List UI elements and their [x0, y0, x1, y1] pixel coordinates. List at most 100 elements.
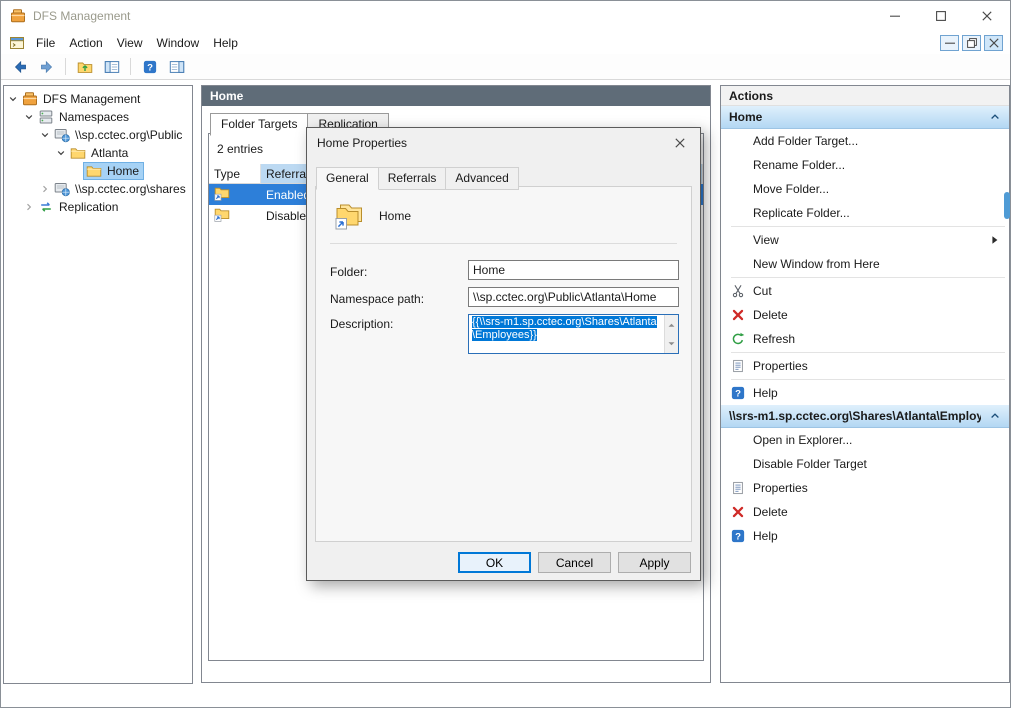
tree-item-content: Namespaces	[36, 109, 133, 125]
menu-view[interactable]: View	[110, 32, 150, 54]
menu-file[interactable]: File	[29, 32, 62, 54]
tree-item-sp-cctec-org-shares[interactable]: \\sp.cctec.org\shares	[4, 180, 192, 198]
dialog-titlebar[interactable]: Home Properties	[307, 128, 700, 158]
action-help[interactable]: ?Help	[721, 381, 1009, 405]
menu-items: FileActionViewWindowHelp	[29, 32, 245, 54]
dialog-tab-referrals[interactable]: Referrals	[378, 167, 447, 190]
actions-separator	[731, 277, 1005, 278]
collapse-icon[interactable]	[38, 128, 52, 142]
tree-item-namespaces[interactable]: Namespaces	[4, 108, 192, 126]
submenu-arrow-icon	[991, 235, 999, 245]
action-view[interactable]: View	[721, 228, 1009, 252]
namespace-path-input[interactable]: \\sp.cctec.org\Public\Atlanta\Home	[468, 287, 679, 307]
tree-item-sp-cctec-org-public[interactable]: \\sp.cctec.org\Public	[4, 126, 192, 144]
actions-separator	[731, 226, 1005, 227]
cancel-button[interactable]: Cancel	[538, 552, 611, 573]
action-help[interactable]: ?Help	[721, 524, 1009, 548]
child-window-controls	[940, 35, 1003, 51]
show-action-pane-button[interactable]	[164, 56, 189, 78]
tree-item-content: Replication	[36, 199, 122, 215]
help-icon: ?	[729, 528, 747, 544]
toolbar-separator	[65, 58, 66, 75]
scrollbar-thumb[interactable]	[1004, 192, 1010, 219]
action-cut[interactable]: Cut	[721, 279, 1009, 303]
results-title: Home	[210, 89, 243, 103]
help-button[interactable]: ?	[137, 56, 162, 78]
action-add-folder-target[interactable]: Add Folder Target...	[721, 129, 1009, 153]
menu-help[interactable]: Help	[206, 32, 245, 54]
action-label: Properties	[753, 481, 808, 495]
dialog-close-button[interactable]	[660, 128, 700, 158]
namespace-icon	[54, 127, 70, 143]
collapse-icon[interactable]	[54, 146, 68, 160]
close-icon	[675, 138, 685, 148]
maximize-button[interactable]	[918, 1, 964, 31]
separator	[330, 243, 677, 244]
tree-item-replication[interactable]: Replication	[4, 198, 192, 216]
scroll-down-button[interactable]	[665, 334, 678, 353]
dialog-tab-general[interactable]: General	[316, 167, 379, 190]
action-replicate-folder[interactable]: Replicate Folder...	[721, 201, 1009, 225]
child-close-button[interactable]	[984, 35, 1003, 51]
action-delete[interactable]: Delete	[721, 303, 1009, 327]
action-move-folder[interactable]: Move Folder...	[721, 177, 1009, 201]
action-delete[interactable]: Delete	[721, 500, 1009, 524]
forward-button[interactable]	[34, 56, 59, 78]
console-icon	[9, 35, 25, 51]
close-button[interactable]	[964, 1, 1010, 31]
tree-item-label: \\sp.cctec.org\Public	[72, 127, 185, 143]
child-restore-button[interactable]	[962, 35, 981, 51]
close-icon	[989, 38, 999, 48]
titlebar[interactable]: DFS Management	[1, 1, 1010, 31]
tab-folder-targets[interactable]: Folder Targets	[210, 113, 308, 136]
action-rename-folder[interactable]: Rename Folder...	[721, 153, 1009, 177]
field-row-folder: Folder:Home	[330, 260, 679, 280]
console-tree: DFS ManagementNamespaces \\sp.cctec.org\P…	[3, 85, 193, 684]
menu-window[interactable]: Window	[150, 32, 207, 54]
no-icon	[729, 456, 747, 472]
toolbar: ?	[1, 54, 1010, 80]
expand-icon[interactable]	[38, 182, 52, 196]
actions-section-home[interactable]: Home	[721, 106, 1009, 129]
actions-section-srs-m1-sp-cctec-org-shares-atlanta-employe[interactable]: \\srs-m1.sp.cctec.org\Shares\Atlanta\Emp…	[721, 405, 1009, 428]
forward-icon	[39, 59, 55, 75]
minimize-button[interactable]	[872, 1, 918, 31]
collapse-icon[interactable]	[22, 110, 36, 124]
show-console-tree-button[interactable]	[99, 56, 124, 78]
no-icon	[729, 181, 747, 197]
maximize-icon	[936, 11, 946, 21]
child-minimize-button[interactable]	[940, 35, 959, 51]
back-button[interactable]	[7, 56, 32, 78]
actions-separator	[731, 379, 1005, 380]
folder-icon	[70, 145, 86, 161]
action-label: Add Folder Target...	[753, 134, 858, 148]
expand-icon[interactable]	[22, 200, 36, 214]
action-refresh[interactable]: Refresh	[721, 327, 1009, 351]
dialog-tab-advanced[interactable]: Advanced	[445, 167, 518, 190]
description-label: Description:	[330, 314, 468, 331]
scroll-up-button[interactable]	[665, 315, 678, 334]
collapse-icon[interactable]	[6, 92, 20, 106]
ok-button[interactable]: OK	[458, 552, 531, 573]
close-icon	[982, 11, 992, 21]
tree-item-label: Atlanta	[88, 145, 131, 161]
folder-input[interactable]: Home	[468, 260, 679, 280]
folder-target-icon	[214, 206, 230, 222]
action-new-window-from-here[interactable]: New Window from Here	[721, 252, 1009, 276]
help-icon: ?	[143, 60, 157, 74]
tree-item-atlanta[interactable]: Atlanta	[4, 144, 192, 162]
target-type-cell	[209, 206, 261, 225]
show-action-pane-icon	[169, 59, 185, 75]
menu-action[interactable]: Action	[62, 32, 109, 54]
up-folder-button[interactable]	[72, 56, 97, 78]
action-disable-folder-target[interactable]: Disable Folder Target	[721, 452, 1009, 476]
menubar: FileActionViewWindowHelp	[1, 31, 1010, 54]
tree-item-dfs-management[interactable]: DFS Management	[4, 90, 192, 108]
action-properties[interactable]: Properties	[721, 354, 1009, 378]
action-properties[interactable]: Properties	[721, 476, 1009, 500]
description-input[interactable]: {{\\srs-m1.sp.cctec.org\Shares\Atlanta\E…	[468, 314, 679, 354]
apply-button[interactable]: Apply	[618, 552, 691, 573]
action-open-in-explorer[interactable]: Open in Explorer...	[721, 428, 1009, 452]
column-header-type[interactable]: Type	[209, 164, 261, 184]
tree-item-home[interactable]: Home	[4, 162, 192, 180]
